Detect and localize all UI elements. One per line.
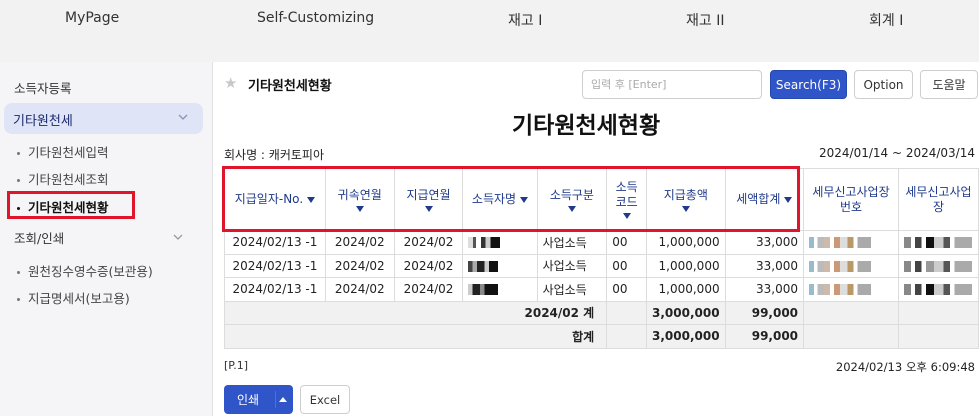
cell-income-type: 사업소득 [536,277,608,302]
cell-payment-date: 2024/02/13 -1 [224,277,326,302]
table-row[interactable]: 2024/02/13 -1 2024/02 2024/02 사업소득 00 1,… [224,230,979,255]
nav-inventory-1[interactable]: 재고 I [508,10,542,30]
bullet-icon [17,298,20,301]
nav-mypage[interactable]: MyPage [65,10,119,26]
sidebar-item-withholding-inquiry[interactable]: 기타원천세조회 [17,169,109,188]
print-button[interactable]: 인쇄 [224,385,293,414]
sidebar-item-label: 지급명세서(보고용) [28,291,130,306]
subtotal-total-payment: 3,000,000 [646,300,726,325]
cell-payment-month: 2024/02 [393,230,464,255]
sidebar-group-label: 기타원천세 [13,114,73,129]
bullet-icon [17,179,20,182]
cell-payment-month: 2024/02 [393,253,464,278]
date-range: 2024/01/14 ~ 2024/03/14 [818,146,975,160]
cell-total-payment: 1,000,000 [646,277,726,302]
highlight-box-sidebar [7,191,135,219]
cell-earner-name-masked [462,277,538,302]
cell-attribution-month: 2024/02 [324,253,395,278]
bullet-icon [17,271,20,274]
highlight-box-header [222,166,800,232]
search-button[interactable]: Search(F3) [770,70,847,99]
subtotal-total-tax: 99,000 [724,300,805,325]
search-input[interactable] [582,70,762,99]
page-title: 기타원천세현황 [248,79,332,94]
cell-earner-name-masked [462,253,538,278]
col-header-tax-office[interactable]: 세무신고사업장 [897,168,979,231]
cell-total-payment: 1,000,000 [646,253,726,278]
bullet-icon [17,152,20,155]
cell-payment-date: 2024/02/13 -1 [224,253,326,278]
cell-income-code: 00 [606,230,648,255]
table-grandtotal-row: 합계 3,000,000 99,000 [223,324,979,349]
page-number: [P.1] [224,359,248,372]
cell-income-code: 00 [606,253,648,278]
report-title: 기타원천세현황 [512,113,661,139]
sidebar-item-label: 원천징수영수증(보관용) [28,264,153,279]
caret-up-icon[interactable] [279,397,287,402]
sidebar-item-label: 기타원천세조회 [28,172,109,187]
sidebar-item-payment-statement[interactable]: 지급명세서(보고용) [17,288,130,307]
sidebar-item-label: 기타원천세입력 [28,145,109,160]
nav-self-customizing[interactable]: Self-Customizing [257,10,374,26]
sidebar-item-withholding-input[interactable]: 기타원천세입력 [17,142,109,161]
table-row[interactable]: 2024/02/13 -1 2024/02 2024/02 사업소득 00 1,… [224,253,979,278]
cell-income-code: 00 [606,277,648,302]
table-subtotal-row: 2024/02 계 3,000,000 99,000 [223,300,979,325]
chevron-down-icon [173,234,183,240]
print-button-label: 인쇄 [237,393,260,407]
cell-total-tax: 33,000 [724,277,805,302]
top-nav: MyPage Self-Customizing 재고 I 재고 II 회계 I [0,0,979,62]
table-row[interactable]: 2024/02/13 -1 2024/02 2024/02 사업소득 00 1,… [224,277,979,302]
cell-total-tax: 33,000 [724,230,805,255]
company-name: 회사명 : 캐커토피아 [224,148,324,162]
nav-accounting-1[interactable]: 회계 I [869,10,903,30]
sidebar-group-label: 조회/인쇄 [14,231,65,246]
grandtotal-total-tax: 99,000 [724,324,805,349]
grandtotal-label: 합계 [223,324,608,349]
subtotal-label: 2024/02 계 [223,300,608,325]
star-icon[interactable]: ★ [224,74,237,92]
nav-inventory-2[interactable]: 재고 II [686,10,724,30]
sidebar-group-inquiry-print[interactable]: 조회/인쇄 [14,228,194,250]
grandtotal-total-payment: 3,000,000 [646,324,726,349]
option-button[interactable]: Option [854,70,913,99]
cell-attribution-month: 2024/02 [324,230,395,255]
cell-tax-office-number-masked [803,253,899,278]
cell-payment-date: 2024/02/13 -1 [224,230,326,255]
sidebar-section-income-registration[interactable]: 소득자등록 [14,78,72,97]
excel-button[interactable]: Excel [300,385,350,414]
help-button[interactable]: 도움말 [920,70,978,99]
cell-total-payment: 1,000,000 [646,230,726,255]
print-timestamp: 2024/02/13 오후 6:09:48 [835,360,975,374]
cell-tax-office-masked [897,230,979,255]
chevron-down-icon [178,114,188,120]
cell-attribution-month: 2024/02 [324,277,395,302]
cell-income-type: 사업소득 [536,253,608,278]
cell-tax-office-masked [897,253,979,278]
cell-tax-office-masked [897,277,979,302]
col-header-tax-office-number[interactable]: 세무신고사업장번호 [803,168,899,231]
cell-tax-office-number-masked [803,277,899,302]
sidebar-item-withholding-receipt[interactable]: 원천징수영수증(보관용) [17,261,153,280]
cell-payment-month: 2024/02 [393,277,464,302]
sidebar-group-other-withholding[interactable]: 기타원천세 [4,103,203,134]
sidebar: 소득자등록 기타원천세 기타원천세입력 기타원천세조회 기타원천세현황 조회/인… [0,62,213,416]
cell-tax-office-number-masked [803,230,899,255]
main-content: ★ 기타원천세현황 Search(F3) Option 도움말 기타원천세현황 … [214,62,979,416]
cell-total-tax: 33,000 [724,253,805,278]
cell-income-type: 사업소득 [536,230,608,255]
cell-earner-name-masked [462,230,538,255]
